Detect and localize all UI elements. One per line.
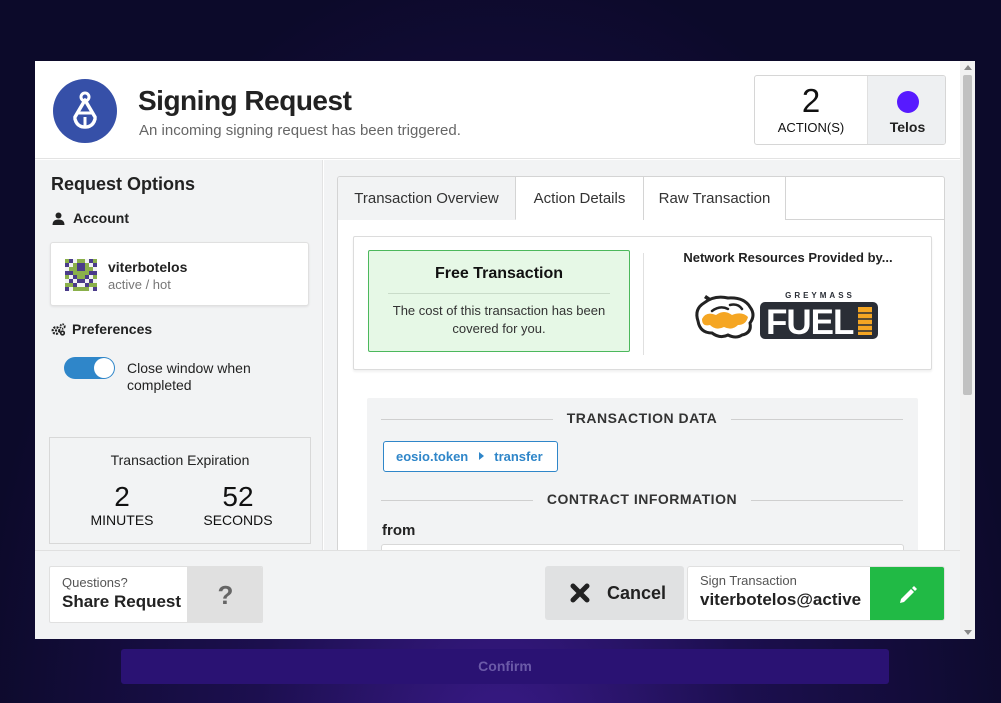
pencil-icon (900, 586, 917, 603)
preferences-heading-label: Preferences (72, 321, 153, 337)
scroll-up-arrow-icon[interactable] (964, 65, 972, 70)
fuel-big-text: FUEL (766, 303, 854, 341)
divider (388, 293, 610, 294)
sign-transaction-label: Sign Transaction (700, 573, 797, 588)
tabs-container: Transaction Overview Action Details Raw … (337, 176, 945, 560)
actions-count: 2 (801, 82, 821, 119)
actions-label: ACTION(S) (777, 120, 845, 135)
share-request-label: Share Request (62, 592, 182, 611)
transaction-data-heading: TRANSACTION DATA (381, 410, 903, 428)
signing-account: viterbotelos@active (700, 590, 862, 609)
account-avatar (65, 259, 97, 291)
user-icon (52, 212, 65, 228)
account-name: viterbotelos (108, 259, 188, 275)
question-mark-icon: ? (187, 567, 262, 622)
account-permission: active / hot (108, 277, 171, 292)
share-request-text: Questions? Share Request (62, 575, 181, 612)
account-card[interactable]: viterbotelos active / hot (50, 242, 309, 306)
cancel-button[interactable]: Cancel (545, 566, 684, 620)
preferences-heading: Preferences (51, 321, 152, 339)
close-icon (570, 583, 590, 603)
actions-summary: 2 ACTION(S) Telos (754, 75, 946, 145)
sign-transaction-box[interactable]: Sign Transaction viterbotelos@active (687, 566, 945, 621)
scroll-thumb[interactable] (963, 75, 972, 395)
main-panel: Transaction Overview Action Details Raw … (324, 160, 960, 560)
seconds-value: 52 (222, 481, 254, 512)
gears-icon (51, 323, 66, 339)
questions-label: Questions? (62, 575, 128, 590)
seconds-label: SECONDS (203, 512, 273, 528)
free-transaction-title: Free Transaction (434, 265, 564, 282)
confirm-button[interactable]: Confirm (121, 649, 889, 684)
request-options-sidebar: Request Options Account viterbotelos act… (35, 160, 323, 560)
tab-transaction-overview[interactable]: Transaction Overview (338, 177, 516, 220)
expiration-title: Transaction Expiration (110, 452, 250, 468)
actions-count-box: 2 ACTION(S) (755, 76, 867, 144)
contract-name: eosio.token (396, 449, 469, 464)
vertical-scrollbar[interactable] (960, 61, 975, 639)
telos-chain-icon (896, 91, 919, 113)
tab-action-details[interactable]: Action Details (516, 177, 644, 220)
tab-bar: Transaction Overview Action Details Raw … (338, 177, 944, 220)
fee-card: Free Transaction The cost of this transa… (353, 236, 932, 370)
request-options-title: Request Options (51, 174, 196, 194)
page-subtitle: An incoming signing request has been tri… (139, 122, 461, 139)
account-heading-label: Account (73, 210, 129, 226)
cancel-label: Cancel (607, 583, 667, 603)
greymass-fuel-logo: GREYMASS FUEL (692, 289, 882, 346)
account-heading: Account (52, 210, 129, 228)
fuel-small-text: GREYMASS (785, 291, 855, 300)
share-request-button[interactable]: Questions? Share Request ? (49, 566, 263, 623)
transaction-expiration: Transaction Expiration 2 MINUTES 52 SECO… (49, 437, 311, 544)
transaction-data-panel: TRANSACTION DATA eosio.token transfer CON… (367, 398, 918, 559)
contract-information-heading: CONTRACT INFORMATION (381, 491, 903, 509)
contract-information-title: CONTRACT INFORMATION (532, 491, 752, 507)
sign-transaction-text: Sign Transaction viterbotelos@active (700, 573, 861, 610)
close-window-toggle[interactable] (64, 357, 115, 379)
sign-transaction-button[interactable] (870, 567, 944, 620)
from-field-label: from (382, 522, 416, 539)
close-window-toggle-label: Close window when completed (127, 360, 251, 393)
chain-name: Telos (889, 119, 926, 135)
minutes-label: MINUTES (90, 512, 154, 528)
expiration-seconds: 52 SECONDS (188, 481, 288, 529)
network-resources-title: Network Resources Provided by... (683, 250, 893, 265)
modal-header: Signing Request An incoming signing requ… (35, 61, 960, 159)
divider (643, 253, 644, 355)
tab-raw-transaction[interactable]: Raw Transaction (644, 177, 786, 220)
caret-right-icon (479, 452, 485, 460)
modal-footer: Questions? Share Request ? Cancel Sign T… (35, 550, 960, 639)
toggle-knob (94, 358, 114, 378)
free-transaction-box: Free Transaction The cost of this transa… (368, 250, 630, 352)
free-transaction-description: The cost of this transaction has been co… (392, 303, 606, 336)
action-name: transfer (494, 449, 543, 464)
minutes-value: 2 (114, 481, 130, 512)
chain-badge: Telos (867, 76, 945, 144)
page-title: Signing Request (138, 85, 352, 116)
signing-request-modal: Signing Request An incoming signing requ… (35, 61, 975, 639)
expiration-minutes: 2 MINUTES (72, 481, 172, 529)
transaction-data-title: TRANSACTION DATA (552, 410, 732, 426)
anchor-logo-icon (53, 79, 117, 143)
scroll-down-arrow-icon[interactable] (964, 630, 972, 635)
action-pill[interactable]: eosio.token transfer (383, 441, 558, 472)
